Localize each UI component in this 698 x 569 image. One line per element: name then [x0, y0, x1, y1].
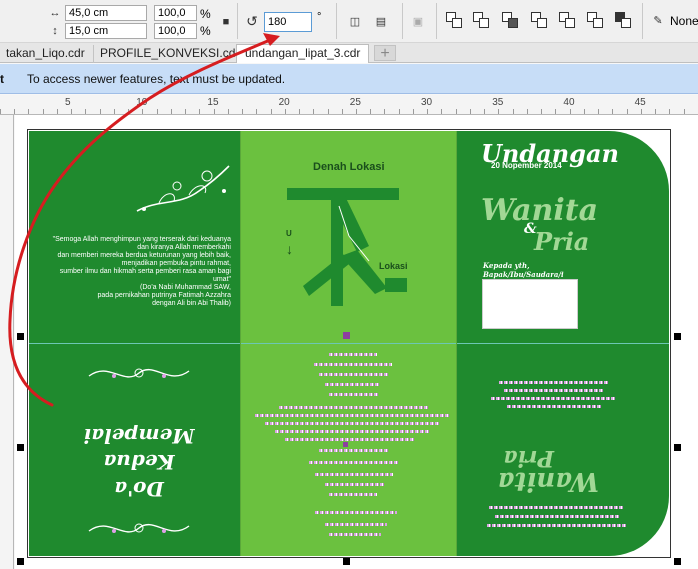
annotation-arrow: [8, 33, 280, 407]
coreldraw-window: ↔ ↕ % % ■ ↺ ° ◫ ▤ ▣ ✎ None takan_Liqo.cd…: [0, 0, 698, 569]
